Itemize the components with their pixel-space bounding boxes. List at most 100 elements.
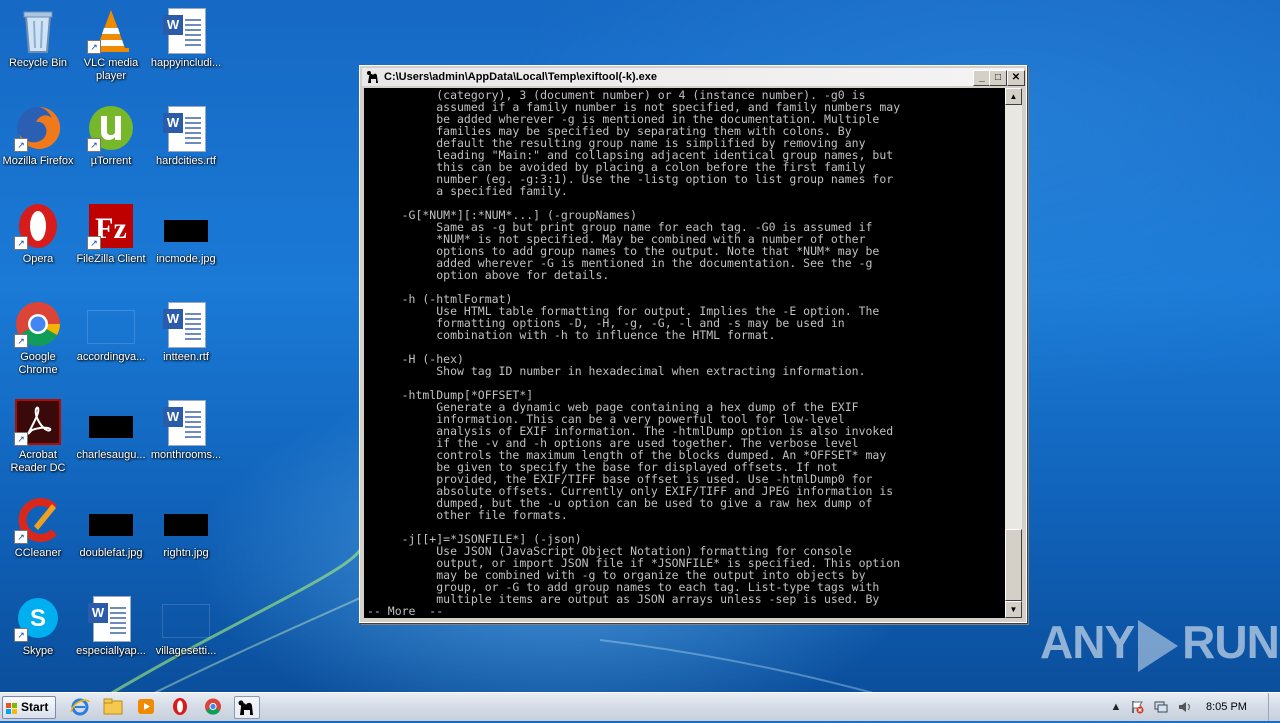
maximize-icon: □ — [994, 72, 1002, 83]
volume-icon[interactable] — [1177, 700, 1191, 714]
skype-icon: S ↗ — [14, 594, 62, 642]
shortcut-arrow-icon: ↗ — [14, 432, 28, 446]
ccleaner-icon: ↗ — [14, 496, 62, 544]
utorrent-icon: ↗ — [87, 104, 135, 152]
desktop-icon-monthrooms[interactable]: W monthrooms... — [148, 394, 224, 484]
shortcut-arrow-icon: ↗ — [87, 40, 101, 54]
minimize-icon: _ — [979, 72, 985, 83]
scroll-thumb[interactable] — [1005, 529, 1022, 601]
desktop-icon-opera[interactable]: ↗ Opera — [0, 198, 76, 288]
desktop-icon-label: Opera — [22, 253, 54, 265]
svg-text:S: S — [30, 605, 46, 632]
desktop-icon-label: Google Chrome — [18, 351, 58, 376]
desktop-icon-filezilla[interactable]: Fz ↗ FileZilla Client — [73, 198, 149, 288]
opera-icon — [173, 698, 187, 715]
console-titlebar[interactable]: C:\Users\admin\AppData\Local\Temp\exifto… — [362, 68, 1025, 86]
console-title: C:\Users\admin\AppData\Local\Temp\exifto… — [384, 71, 658, 83]
desktop-icon-label: doublefat.jpg — [79, 547, 143, 559]
chevron-up-icon: ▲ — [1110, 701, 1122, 713]
filezilla-icon: Fz ↗ — [87, 202, 135, 250]
desktop-icon-intteen[interactable]: W intteen.rtf — [148, 296, 224, 386]
console-window[interactable]: C:\Users\admin\AppData\Local\Temp\exifto… — [359, 65, 1027, 623]
desktop-icon-recycle-bin[interactable]: Recycle Bin — [0, 2, 76, 92]
desktop-icon-label: especiallyap... — [76, 645, 146, 657]
desktop-icon-label: FileZilla Client — [76, 253, 146, 265]
network-icon[interactable] — [1154, 700, 1168, 714]
word-document-icon: W — [162, 300, 210, 348]
action-center-flag-icon[interactable] — [1130, 700, 1144, 714]
desktop-icon-label: Skype — [22, 645, 54, 657]
taskbar-explorer[interactable] — [101, 696, 125, 717]
maximize-button[interactable]: □ — [989, 70, 1007, 86]
desktop-icon-label: CCleaner — [14, 547, 62, 559]
desktop-icon-vlc[interactable]: ↗ VLC media player — [73, 2, 149, 92]
word-document-icon: W — [87, 594, 135, 642]
console-output[interactable]: (category), 3 (document number) or 4 (in… — [364, 88, 1005, 618]
arrow-up-icon: ▲ — [1009, 92, 1018, 101]
show-hidden-icons-button[interactable]: ▲ — [1109, 700, 1123, 714]
desktop-icon-label: Acrobat Reader DC — [10, 449, 66, 474]
show-desktop-button[interactable] — [1268, 693, 1280, 721]
internet-explorer-icon — [70, 698, 90, 716]
camel-icon — [366, 70, 380, 84]
desktop-icon-acrobat[interactable]: ↗ Acrobat Reader DC — [0, 394, 76, 484]
desktop-icon-label: hardcities.rtf — [156, 155, 216, 167]
desktop-icon-label: villagesetti... — [155, 645, 217, 657]
chrome-icon — [205, 698, 221, 715]
anyrun-watermark: ANY RUN — [1040, 612, 1280, 672]
taskbar-ie[interactable] — [68, 696, 92, 717]
desktop-icon-label: monthrooms... — [150, 449, 222, 461]
start-button[interactable]: Start — [2, 696, 56, 719]
firefox-icon: ↗ — [14, 104, 62, 152]
desktop-icon-happyincludi[interactable]: W happyincludi... — [148, 2, 224, 92]
arrow-down-icon: ▼ — [1009, 605, 1018, 614]
camel-icon — [238, 700, 253, 715]
watermark-right-text: RUN — [1182, 616, 1280, 668]
desktop-icon-ccleaner[interactable]: ↗ CCleaner — [0, 492, 76, 582]
shortcut-arrow-icon: ↗ — [14, 236, 28, 250]
shortcut-arrow-icon: ↗ — [14, 530, 28, 544]
shortcut-arrow-icon: ↗ — [87, 138, 101, 152]
desktop-icon-firefox[interactable]: ↗ Mozilla Firefox — [0, 100, 76, 190]
desktop-icon-charlesaugu[interactable]: charlesaugu... — [73, 394, 149, 484]
desktop-icon-incmode[interactable]: incmode.jpg — [148, 198, 224, 288]
taskbar-chrome[interactable] — [201, 696, 225, 717]
scroll-up-button[interactable]: ▲ — [1005, 88, 1022, 105]
blank-file-icon — [87, 300, 135, 348]
clock[interactable]: 8:05 PM — [1206, 693, 1247, 721]
desktop-icon-accordingva[interactable]: accordingva... — [73, 296, 149, 386]
taskbar: Start ▲ 8:05 PM — [0, 692, 1280, 721]
taskbar-media-player[interactable] — [134, 696, 158, 717]
recycle-bin-icon — [14, 6, 62, 54]
taskbar-exiftool[interactable] — [234, 696, 260, 719]
desktop-icon-villagesetti[interactable]: villagesetti... — [148, 590, 224, 680]
desktop-icon-utorrent[interactable]: ↗ µTorrent — [73, 100, 149, 190]
desktop-icon-label: Mozilla Firefox — [2, 155, 74, 167]
desktop-icon-chrome[interactable]: ↗ Google Chrome — [0, 296, 76, 386]
play-icon — [1138, 619, 1179, 672]
scroll-down-button[interactable]: ▼ — [1005, 601, 1022, 618]
desktop-icon-label: accordingva... — [76, 351, 146, 363]
image-file-icon — [87, 398, 135, 446]
opera-icon: ↗ — [14, 202, 62, 250]
folder-icon — [103, 698, 123, 715]
blank-file-icon — [162, 594, 210, 642]
desktop-icon-label: µTorrent — [90, 155, 132, 167]
desktop-icon-doublefat[interactable]: doublefat.jpg — [73, 492, 149, 582]
acrobat-reader-icon: ↗ — [14, 398, 62, 446]
desktop-icon-skype[interactable]: S ↗ Skype — [0, 590, 76, 680]
close-icon: ✕ — [1011, 72, 1021, 83]
shortcut-arrow-icon: ↗ — [14, 138, 28, 152]
media-player-icon — [138, 699, 154, 714]
desktop-icon-label: Recycle Bin — [8, 57, 68, 69]
desktop-icon-hardcities[interactable]: W hardcities.rtf — [148, 100, 224, 190]
desktop-icon-label: rightn.jpg — [163, 547, 209, 559]
taskbar-opera[interactable] — [168, 696, 192, 717]
shortcut-arrow-icon: ↗ — [14, 628, 28, 642]
word-document-icon: W — [162, 6, 210, 54]
desktop-icon-rightn[interactable]: rightn.jpg — [148, 492, 224, 582]
desktop-icon-label: charlesaugu... — [76, 449, 146, 461]
desktop-icon-especiallyap[interactable]: W especiallyap... — [73, 590, 149, 680]
close-button[interactable]: ✕ — [1007, 70, 1025, 86]
vertical-scrollbar[interactable]: ▲ ▼ — [1005, 88, 1022, 618]
